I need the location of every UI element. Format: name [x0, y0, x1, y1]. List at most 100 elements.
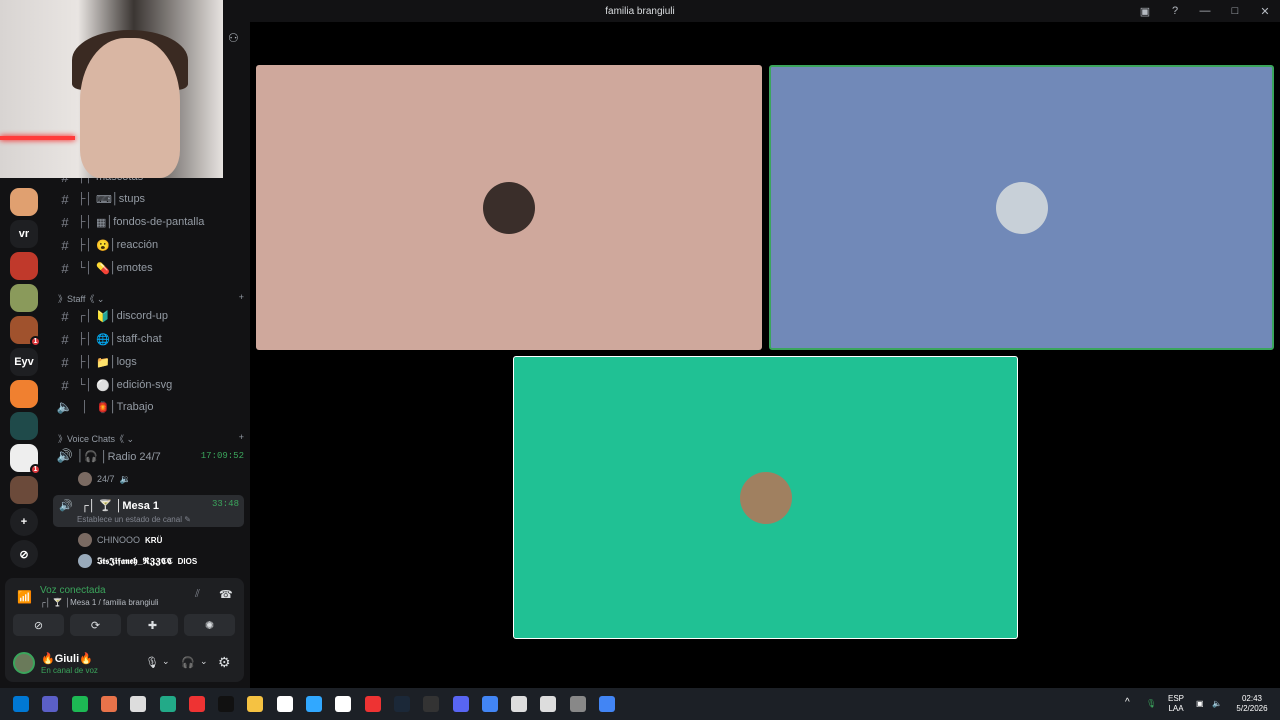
server-icon[interactable]: + — [10, 508, 38, 536]
category-voice-chats[interactable]: 》Voice Chats《 ⌄ + — [58, 432, 244, 445]
chevron-down-icon[interactable]: ⌄ — [162, 656, 170, 667]
voice-status[interactable]: Voz conectada — [40, 585, 106, 596]
user-status: En canal de voz — [41, 666, 98, 675]
taskbar-app-icon[interactable] — [540, 696, 557, 712]
add-channel-icon[interactable]: + — [239, 432, 244, 445]
server-icon[interactable]: vr — [10, 220, 38, 248]
server-icon[interactable] — [10, 380, 38, 408]
taskbar-app-icon[interactable] — [13, 696, 29, 712]
server-icon[interactable] — [10, 412, 38, 440]
video-tile[interactable] — [256, 65, 762, 350]
maximize-icon[interactable]: □ — [1220, 5, 1250, 17]
taskbar-app-icon[interactable] — [218, 696, 235, 712]
channel-edición-svg[interactable]: # └│ ⚪ │ edición-svg — [56, 374, 244, 396]
voice-user[interactable]: 𝕴𝖙𝖘𝕵𝖎𝖋𝖆𝖓𝖊𝖍_𝕽𝖅𝖅𝕮𝕮 DIOS — [78, 554, 197, 568]
clock[interactable]: 02:43 5/2/2026 — [1232, 694, 1272, 714]
inbox-icon[interactable]: ▣ — [1130, 5, 1160, 18]
disconnect-icon[interactable]: ☎ — [219, 588, 233, 601]
taskbar-app-icon[interactable] — [130, 696, 147, 712]
screen-share-icon: ⟳ — [90, 619, 101, 632]
taskbar-app-icon[interactable] — [159, 696, 176, 712]
activities-button[interactable]: ✚ — [127, 614, 178, 636]
server-icon[interactable]: ⊘ — [10, 540, 38, 568]
server-icon[interactable] — [10, 476, 38, 504]
video-tile[interactable] — [513, 356, 1018, 639]
channel-status[interactable]: Establece un estado de canal ✎ — [77, 515, 191, 524]
user-name[interactable]: 🔥Giuli🔥 — [41, 652, 93, 665]
taskbar-app-icon[interactable] — [71, 696, 88, 712]
voice-icon: 🔊 — [59, 500, 73, 512]
server-label: + — [20, 516, 28, 528]
server-icon[interactable] — [10, 188, 38, 216]
participant-avatar — [483, 181, 535, 234]
soundboard-button[interactable]: ✺ — [184, 614, 235, 636]
channel-radio[interactable]: 🔊 │ 🎧 │Radio 24/7 17:09:52 — [56, 445, 244, 467]
microphone-icon[interactable]: 🎙 — [1146, 699, 1156, 709]
voice-location[interactable]: ┌│ 🍸 │Mesa 1 / familia brangiuli — [40, 598, 159, 607]
close-icon[interactable]: ✕ — [1250, 5, 1280, 18]
hash-icon: # — [61, 331, 69, 347]
taskbar-app-icon[interactable] — [599, 696, 615, 712]
channel-fondos-de-pantalla[interactable]: # ├│ ▦ │ fondos-de-pantalla — [56, 211, 244, 233]
user-avatar[interactable] — [13, 652, 35, 674]
camera-button[interactable]: ⊘ — [13, 614, 64, 636]
taskbar-app-icon[interactable] — [364, 696, 381, 712]
minimize-icon[interactable]: — — [1190, 5, 1220, 17]
taskbar-app-icon[interactable] — [247, 696, 264, 712]
chevron-down-icon[interactable]: ⌄ — [200, 656, 208, 667]
invite-icon[interactable]: ⚇ — [228, 31, 239, 45]
screen-share-button[interactable]: ⟳ — [70, 614, 121, 636]
server-label: Eyv — [14, 356, 34, 368]
server-icon[interactable]: Eyv — [10, 348, 38, 376]
taskbar-app-icon[interactable] — [306, 696, 322, 712]
server-icon[interactable]: 1 — [10, 444, 41, 475]
network-icon[interactable]: ▣ — [1196, 699, 1204, 709]
settings-icon[interactable]: ⚙ — [218, 654, 231, 671]
channel-reacción[interactable]: # ├│ 😮 │ reacción — [56, 234, 244, 256]
category-staff[interactable]: 》Staff《 ⌄ + — [58, 292, 244, 305]
video-tile-speaking[interactable] — [769, 65, 1274, 350]
taskbar-app-icon[interactable] — [569, 696, 586, 712]
add-channel-icon[interactable]: + — [239, 292, 244, 305]
voice-user[interactable]: 24/7 🔉 — [78, 472, 131, 486]
server-icon[interactable]: 1 — [10, 316, 41, 347]
participant-avatar — [739, 471, 792, 524]
taskbar-app-icon[interactable] — [481, 696, 498, 712]
channel-logs[interactable]: # ├│ 📁 │ logs — [56, 351, 244, 373]
hash-icon: # — [61, 260, 69, 276]
taskbar-app-icon[interactable] — [188, 696, 205, 712]
taskbar-app-icon[interactable] — [511, 696, 528, 712]
hash-icon: # — [61, 191, 69, 207]
voice-user[interactable]: CHINOOO KRÜ — [78, 533, 162, 547]
chevron-up-icon[interactable]: ^ — [1125, 698, 1130, 708]
taskbar-app-icon[interactable] — [100, 696, 117, 712]
voice-panel: 📶 Voz conectada ┌│ 🍸 │Mesa 1 / familia b… — [5, 578, 244, 682]
volume-icon[interactable]: 🔈 — [1212, 699, 1222, 709]
taskbar-app-icon[interactable] — [452, 696, 469, 712]
hash-icon: # — [61, 308, 69, 324]
channel-staff-chat[interactable]: # ├│ 🌐 │ staff-chat — [56, 328, 244, 350]
taskbar-app-icon[interactable] — [335, 696, 352, 712]
channel-stups[interactable]: # ├│ ⌨ │ stups — [56, 188, 244, 210]
soundboard-icon: ✺ — [204, 619, 215, 632]
taskbar-app-icon[interactable] — [276, 696, 293, 712]
language-indicator[interactable]: ESP LAA — [1168, 694, 1184, 714]
microphone-icon[interactable]: 🎙 — [145, 656, 159, 669]
headphones-icon[interactable]: 🎧 — [181, 656, 195, 669]
server-icon[interactable] — [10, 284, 38, 312]
channel-trabajo[interactable]: 🔈 │ 🏮 │ Trabajo — [56, 396, 244, 418]
taskbar-app-icon[interactable] — [42, 696, 59, 712]
voice-icon: 🔊 — [56, 448, 74, 463]
channel-discord-up[interactable]: # ┌│ 🔰 │ discord-up — [56, 305, 244, 327]
taskbar-app-icon[interactable] — [423, 696, 440, 712]
notification-badge: 1 — [30, 336, 41, 347]
signal-icon[interactable]: 📶 — [17, 590, 32, 604]
noise-suppression-icon[interactable]: ⫽ — [195, 588, 200, 601]
channel-emotes[interactable]: # └│ 💊 │ emotes — [56, 257, 244, 279]
help-icon[interactable]: ? — [1160, 5, 1190, 17]
taskbar: ^ 🎙 ESP LAA ▣ 🔈 02:43 5/2/2026 — [0, 688, 1280, 720]
channel-mesa-1[interactable]: 🔊 ┌│ 🍸 │Mesa 1 33:48 Establece un estado d… — [53, 495, 244, 527]
activities-icon: ✚ — [147, 619, 158, 632]
server-icon[interactable] — [10, 252, 38, 280]
taskbar-app-icon[interactable] — [393, 696, 410, 712]
